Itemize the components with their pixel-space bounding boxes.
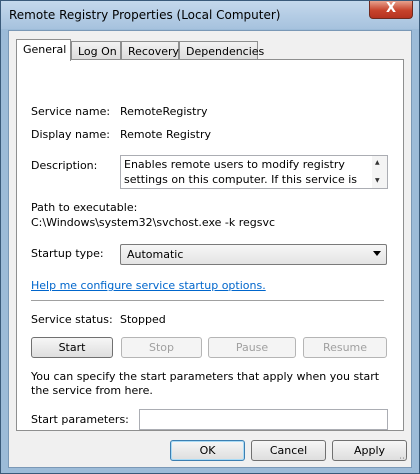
startup-type-dropdown[interactable]: Automatic [120, 244, 387, 265]
scroll-down-icon[interactable]: ▼ [375, 177, 380, 184]
start-parameters-label: Start parameters: [31, 413, 129, 426]
pause-button[interactable]: Pause [208, 337, 296, 358]
chevron-down-icon [373, 251, 381, 256]
divider [31, 300, 384, 302]
dialog-client-area: General Log On Recovery Dependencies Ser… [8, 30, 412, 468]
description-label: Description: [31, 159, 98, 172]
description-scrollbar[interactable]: ▲ ▼ [372, 156, 387, 188]
tab-recovery[interactable]: Recovery [121, 41, 179, 60]
start-parameters-input[interactable] [139, 409, 388, 430]
resume-button[interactable]: Resume [303, 337, 387, 358]
startup-type-value: Automatic [127, 248, 184, 261]
cancel-button[interactable]: Cancel [251, 440, 326, 461]
path-value: C:\Windows\system32\svchost.exe -k regsv… [31, 216, 276, 229]
ok-button[interactable]: OK [170, 440, 245, 461]
tab-dependencies[interactable]: Dependencies [179, 41, 264, 60]
service-status-label: Service status: [31, 313, 113, 326]
stop-button[interactable]: Stop [121, 337, 202, 358]
close-button[interactable]: X [369, 1, 413, 19]
apply-button[interactable]: Apply [332, 440, 407, 461]
service-status-value: Stopped [120, 313, 166, 326]
service-name-label: Service name: [31, 105, 111, 118]
service-name-value: RemoteRegistry [120, 105, 208, 118]
path-label: Path to executable: [31, 201, 138, 214]
help-configure-link[interactable]: Help me configure service startup option… [31, 279, 266, 292]
description-text: Enables remote users to modify registry … [124, 158, 358, 186]
title-bar[interactable]: Remote Registry Properties (Local Comput… [1, 1, 419, 29]
startup-type-label: Startup type: [31, 247, 104, 260]
resize-grip-icon[interactable]: ⋯ [399, 454, 408, 464]
description-box[interactable]: Enables remote users to modify registry … [120, 155, 388, 189]
start-button[interactable]: Start [31, 337, 113, 358]
window-title: Remote Registry Properties (Local Comput… [9, 8, 281, 22]
tab-log-on[interactable]: Log On [71, 41, 121, 60]
scroll-up-icon[interactable]: ▲ [375, 159, 380, 166]
display-name-value: Remote Registry [120, 128, 211, 141]
properties-dialog: Remote Registry Properties (Local Comput… [0, 0, 420, 474]
start-parameters-note: You can specify the start parameters tha… [31, 370, 380, 397]
display-name-label: Display name: [31, 128, 110, 141]
general-tab-panel: Service name: RemoteRegistry Display nam… [16, 59, 404, 431]
tab-general[interactable]: General [16, 39, 71, 61]
